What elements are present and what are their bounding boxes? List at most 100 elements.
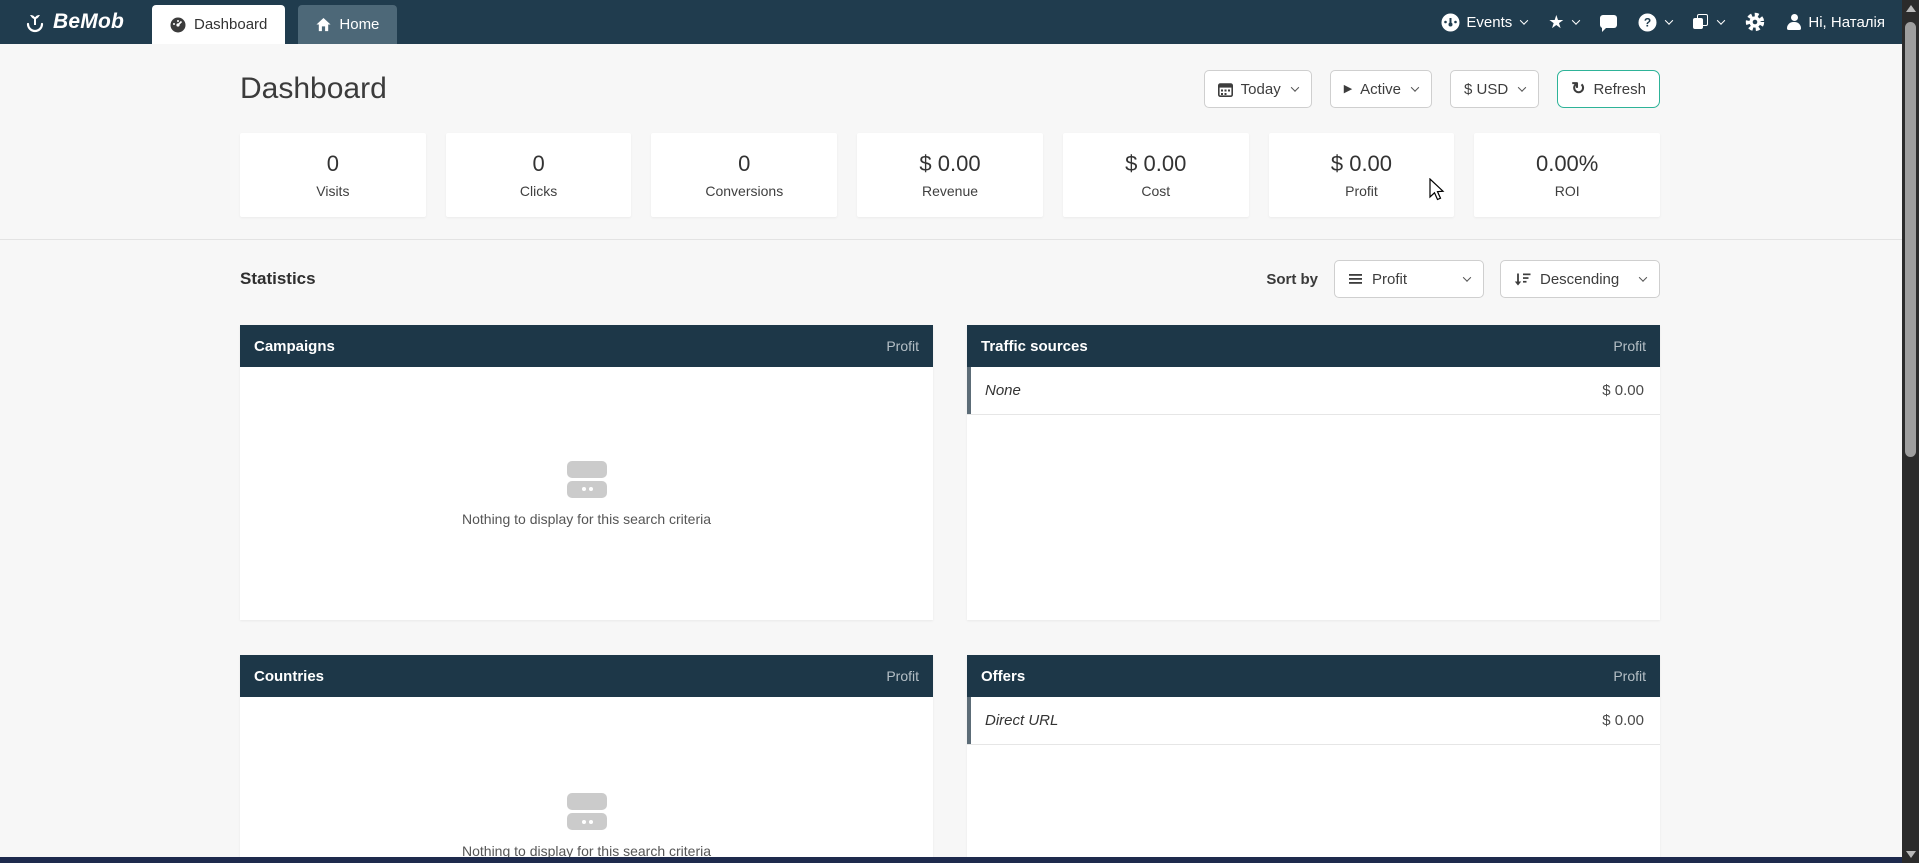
events-menu[interactable]: Events	[1441, 13, 1527, 32]
sort-direction-value: Descending	[1540, 271, 1619, 288]
row-value: $ 0.00	[1602, 712, 1644, 729]
dashboard-summary-section: Dashboard Today ▶ Activ	[0, 44, 1919, 240]
user-menu[interactable]: Hi, Наталія	[1786, 14, 1885, 31]
countries-panel-header: Countries Profit	[240, 655, 933, 697]
panel-metric-label: Profit	[886, 668, 919, 684]
stat-value: $ 0.00	[1331, 151, 1392, 177]
stat-card-revenue: $ 0.00 Revenue	[857, 133, 1043, 217]
table-row[interactable]: None $ 0.00	[967, 367, 1660, 415]
app-root: BeMob Dashboard Home	[0, 0, 1919, 863]
chevron-down-icon	[1572, 16, 1580, 24]
campaigns-panel-header: Campaigns Profit	[240, 325, 933, 367]
filter-controls: Today ▶ Active $ USD ↻ Refresh	[1204, 70, 1660, 108]
table-row[interactable]: Direct URL $ 0.00	[967, 697, 1660, 745]
scrollbar-down-arrow-icon[interactable]	[1906, 851, 1916, 858]
row-name: None	[985, 382, 1021, 399]
bemob-logo-icon	[24, 11, 46, 33]
vertical-scrollbar[interactable]	[1902, 0, 1919, 863]
scrollbar-thumb[interactable]	[1905, 22, 1916, 457]
pages-menu[interactable]	[1693, 14, 1724, 30]
bottom-edge-strip	[0, 857, 1902, 863]
top-navbar: BeMob Dashboard Home	[0, 0, 1919, 44]
empty-data-icon	[567, 461, 607, 498]
countries-panel-body: Nothing to display for this search crite…	[240, 697, 933, 863]
page-title: Dashboard	[240, 72, 387, 106]
panel-metric-label: Profit	[1613, 338, 1646, 354]
empty-state: Nothing to display for this search crite…	[240, 367, 933, 620]
sort-direction-select[interactable]: Descending	[1500, 260, 1660, 298]
sort-descending-icon	[1514, 272, 1531, 287]
navbar-tabs: Dashboard Home	[152, 0, 397, 44]
traffic-sources-panel: Traffic sources Profit None $ 0.00	[967, 325, 1660, 620]
stat-cards-row: 0 Visits 0 Clicks 0 Conversions $ 0.00 R…	[240, 133, 1660, 217]
traffic-sources-panel-body: None $ 0.00	[967, 367, 1660, 620]
statistics-heading: Statistics	[240, 269, 316, 289]
panel-title: Traffic sources	[981, 338, 1088, 355]
feedback-button[interactable]	[1600, 17, 1617, 28]
chat-icon	[1600, 15, 1617, 28]
scrollbar-up-arrow-icon[interactable]	[1906, 5, 1916, 12]
tab-home[interactable]: Home	[298, 5, 397, 44]
stat-label: Profit	[1345, 183, 1378, 199]
offers-panel-header: Offers Profit	[967, 655, 1660, 697]
navbar-right: Events ★ ?	[1441, 0, 1919, 44]
stat-card-profit: $ 0.00 Profit	[1269, 133, 1455, 217]
statistics-panels-grid: Campaigns Profit Nothing to display for …	[240, 325, 1660, 863]
campaigns-panel: Campaigns Profit Nothing to display for …	[240, 325, 933, 620]
offers-panel: Offers Profit Direct URL $ 0.00	[967, 655, 1660, 863]
stat-value: 0	[327, 151, 339, 177]
panel-title: Campaigns	[254, 338, 335, 355]
tab-label: Home	[339, 16, 379, 33]
row-name: Direct URL	[985, 712, 1058, 729]
user-icon	[1786, 14, 1802, 30]
row-value: $ 0.00	[1602, 382, 1644, 399]
stat-value: $ 0.00	[919, 151, 980, 177]
stat-value: $ 0.00	[1125, 151, 1186, 177]
gauge-icon	[170, 17, 186, 33]
list-lines-icon	[1348, 272, 1363, 286]
gear-icon	[1745, 12, 1765, 32]
tab-dashboard[interactable]: Dashboard	[152, 5, 285, 44]
chevron-down-icon	[1520, 16, 1528, 24]
chevron-down-icon	[1411, 83, 1419, 91]
empty-state-text: Nothing to display for this search crite…	[462, 511, 711, 527]
chevron-down-icon	[1290, 83, 1298, 91]
status-filter-value: Active	[1360, 81, 1401, 98]
user-greeting: Hi, Наталія	[1808, 14, 1885, 31]
status-filter-button[interactable]: ▶ Active	[1330, 70, 1432, 108]
bemob-logo[interactable]: BeMob	[0, 0, 124, 44]
rank-bar	[967, 697, 971, 744]
favorites-menu[interactable]: ★	[1548, 13, 1579, 31]
brand-name: BeMob	[53, 10, 124, 34]
svg-text:?: ?	[1644, 15, 1651, 29]
sort-field-value: Profit	[1372, 271, 1407, 288]
date-filter-value: Today	[1241, 81, 1281, 98]
currency-filter-button[interactable]: $ USD	[1450, 70, 1539, 108]
date-filter-button[interactable]: Today	[1204, 70, 1312, 108]
countries-panel: Countries Profit Nothing to display for …	[240, 655, 933, 863]
stat-label: ROI	[1555, 183, 1580, 199]
settings-button[interactable]	[1745, 12, 1765, 32]
stat-label: Visits	[316, 183, 349, 199]
stat-card-conversions: 0 Conversions	[651, 133, 837, 217]
stat-card-cost: $ 0.00 Cost	[1063, 133, 1249, 217]
rank-bar	[967, 367, 971, 414]
refresh-icon: ↻	[1571, 80, 1585, 97]
sort-field-select[interactable]: Profit	[1334, 260, 1484, 298]
refresh-button[interactable]: ↻ Refresh	[1557, 70, 1660, 108]
chevron-down-icon	[1665, 16, 1673, 24]
stat-value: 0	[532, 151, 544, 177]
traffic-sources-panel-header: Traffic sources Profit	[967, 325, 1660, 367]
home-icon	[316, 17, 331, 32]
sort-controls: Sort by Profit Descending	[1266, 260, 1660, 298]
offers-panel-body: Direct URL $ 0.00	[967, 697, 1660, 863]
panel-title: Offers	[981, 668, 1025, 685]
help-menu[interactable]: ?	[1638, 13, 1672, 32]
events-label: Events	[1466, 14, 1512, 31]
chevron-down-icon	[1518, 83, 1526, 91]
stat-value: 0.00%	[1536, 151, 1598, 177]
statistics-toolbar: Statistics Sort by Profit	[240, 260, 1660, 298]
play-icon: ▶	[1344, 84, 1352, 95]
chevron-down-icon	[1639, 273, 1647, 281]
stat-label: Clicks	[520, 183, 557, 199]
